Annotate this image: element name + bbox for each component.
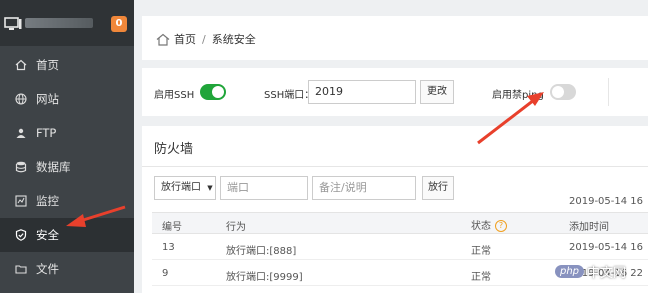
sidebar-item-security[interactable]: 安全 (0, 218, 134, 252)
user-group-icon (14, 126, 28, 140)
sidebar-item-monitor[interactable]: 监控 (0, 184, 134, 218)
home-icon (14, 58, 28, 72)
sidebar-item-database[interactable]: 数据库 (0, 150, 134, 184)
watermark: php 中文网 (555, 258, 635, 284)
table-row: 13 放行端口:[888] 正常 2019-05-14 16 (152, 234, 648, 260)
folder-icon (14, 262, 28, 276)
help-icon[interactable]: ? (495, 220, 507, 232)
ssh-toggle[interactable] (200, 84, 226, 100)
allow-port-button[interactable]: 放行 (422, 176, 454, 200)
monitor-chart-icon (14, 194, 28, 208)
row-status: 正常 (471, 246, 491, 257)
sidebar-item-label: 网站 (36, 92, 59, 106)
ssh-settings-card: 启用SSH SSH端口： 2019 更改 启用禁ping (142, 68, 648, 116)
sidebar-item-label: 首页 (36, 58, 59, 72)
disable-ping-toggle[interactable] (550, 84, 576, 100)
port-input[interactable]: 端口 (220, 176, 308, 200)
server-name-blurred (25, 18, 93, 28)
ssh-port-input[interactable]: 2019 (308, 80, 416, 104)
divider (142, 166, 648, 167)
row-time: 2019-05-14 16 (569, 242, 644, 253)
database-icon (14, 160, 28, 174)
sidebar-item-label: FTP (36, 126, 57, 140)
row-status: 正常 (471, 272, 491, 283)
sidebar-item-website[interactable]: 网站 (0, 82, 134, 116)
watermark-php-badge: php (555, 264, 585, 278)
sidebar: 0 首页 网站 FTP 数据库 监控 安全 文件 (0, 0, 134, 293)
home-icon (156, 33, 170, 46)
row-action: 放行端口:[888] (226, 246, 297, 257)
sidebar-header: 0 (0, 0, 134, 46)
column-status-label: 状态 (471, 221, 491, 232)
breadcrumb-current: 系统安全 (211, 33, 256, 46)
sidebar-item-files[interactable]: 文件 (0, 252, 134, 286)
ssh-toggle-label: 启用SSH (154, 90, 195, 101)
caret-down-icon: ▼ (207, 184, 213, 192)
sidebar-item-label: 文件 (36, 262, 59, 276)
divider (608, 78, 609, 106)
column-action: 行为 (226, 222, 246, 233)
sidebar-item-label: 监控 (36, 194, 59, 208)
column-time: 添加时间 (569, 222, 609, 233)
notification-badge[interactable]: 0 (111, 16, 127, 32)
table-header: 编号 行为 状态? 添加时间 (152, 212, 648, 234)
column-status: 状态? (471, 217, 507, 232)
row-action: 放行端口:[9999] (226, 272, 303, 283)
rule-type-select[interactable]: 放行端口 ▼ (154, 176, 216, 200)
sidebar-item-home[interactable]: 首页 (0, 48, 134, 82)
sidebar-item-label: 安全 (36, 228, 59, 242)
breadcrumb-separator: / (202, 32, 206, 46)
breadcrumb-home-link[interactable]: 首页 (174, 31, 196, 47)
sidebar-item-ftp[interactable]: FTP (0, 116, 134, 150)
sidebar-item-label: 数据库 (36, 160, 71, 174)
column-id: 编号 (162, 222, 182, 233)
breadcrumb-card: 首页 / 系统安全 (142, 16, 648, 60)
row-id: 9 (162, 268, 169, 279)
firewall-title: 防火墙 (154, 142, 194, 157)
note-input[interactable]: 备注/说明 (312, 176, 416, 200)
monitor-icon (4, 17, 22, 30)
rule-type-value: 放行端口 (161, 182, 201, 193)
row-id: 13 (162, 242, 175, 253)
change-port-button[interactable]: 更改 (420, 80, 454, 104)
globe-icon (14, 92, 28, 106)
disable-ping-label: 启用禁ping (492, 90, 544, 101)
ssh-port-label: SSH端口： (264, 90, 315, 101)
breadcrumb: 首页 / 系统安全 (156, 31, 256, 47)
shield-icon (14, 228, 28, 242)
top-date-text: 2019-05-14 16 (569, 196, 644, 207)
watermark-text: 中文网 (587, 265, 627, 281)
